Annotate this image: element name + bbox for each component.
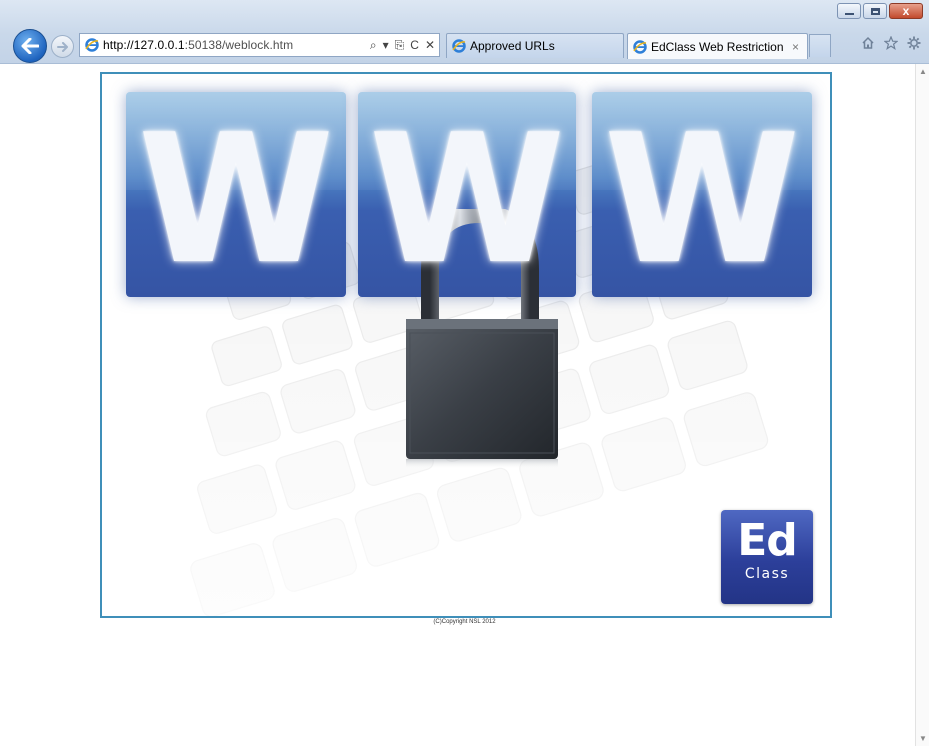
tab-label: Approved URLs <box>470 39 555 53</box>
ie-tab-icon <box>452 39 466 53</box>
refresh-icon[interactable]: C <box>410 38 419 52</box>
copyright-text: (C)Copyright NSL 2012 <box>433 619 496 625</box>
search-icon[interactable]: ⌕ <box>370 38 377 52</box>
favorites-star-icon[interactable] <box>884 36 898 50</box>
arrow-right-icon <box>56 41 68 52</box>
www-letter: W <box>603 95 801 297</box>
forward-button[interactable] <box>51 35 74 58</box>
address-bar[interactable]: http://127.0.0.1:50138/weblock.htm ⌕ ▾ ⎘… <box>79 33 440 57</box>
address-tools: ⌕ ▾ ⎘ C ✕ <box>370 38 435 52</box>
scroll-up-icon[interactable]: ▲ <box>919 67 927 76</box>
logo-class-text: Class <box>744 566 790 582</box>
toolbar-icons <box>861 36 921 50</box>
compatibility-view-icon[interactable]: ⎘ <box>395 38 405 52</box>
tab-edclass-web-restriction[interactable]: EdClass Web Restriction × <box>627 33 808 59</box>
logo-ed-text: Ed <box>737 515 798 566</box>
close-icon: x <box>902 4 910 18</box>
tab-label: EdClass Web Restriction <box>651 39 784 54</box>
maximize-button[interactable] <box>863 3 887 19</box>
window-controls: x <box>837 3 923 19</box>
gear-icon[interactable] <box>907 36 921 50</box>
new-tab-button[interactable] <box>809 34 831 57</box>
url-host: http://127.0.0.1 <box>103 38 185 52</box>
stop-icon[interactable]: ✕ <box>425 38 435 52</box>
tab-approved-urls[interactable]: Approved URLs <box>446 33 624 58</box>
www-tile-3: W <box>592 92 812 297</box>
url-path: :50138/weblock.htm <box>184 38 294 52</box>
edclass-logo: Ed Class <box>721 510 813 604</box>
minimize-button[interactable] <box>837 3 861 19</box>
back-button[interactable] <box>13 29 47 63</box>
ie-tab-icon <box>633 39 647 54</box>
close-window-button[interactable]: x <box>889 3 923 19</box>
web-restriction-banner: W W W Ed Class <box>100 72 832 618</box>
tab-close-icon[interactable]: × <box>792 40 799 54</box>
scroll-down-icon[interactable]: ▼ <box>919 734 927 743</box>
maximize-icon <box>870 7 880 15</box>
ie-page-icon <box>85 38 99 52</box>
www-tile-1: W <box>126 92 346 297</box>
address-url: http://127.0.0.1:50138/weblock.htm <box>103 38 293 52</box>
minimize-icon <box>844 13 854 15</box>
arrow-left-icon <box>21 38 39 54</box>
www-letter: W <box>137 95 335 297</box>
search-dropdown-icon[interactable]: ▾ <box>383 38 389 52</box>
browser-chrome: x http://127.0.0.1:50138/weblock.htm ⌕ ▾… <box>0 0 929 64</box>
vertical-scrollbar[interactable]: ▲ ▼ <box>915 64 929 746</box>
www-letter: W <box>368 95 566 297</box>
www-tile-2: W <box>358 92 576 297</box>
home-icon[interactable] <box>861 36 875 50</box>
